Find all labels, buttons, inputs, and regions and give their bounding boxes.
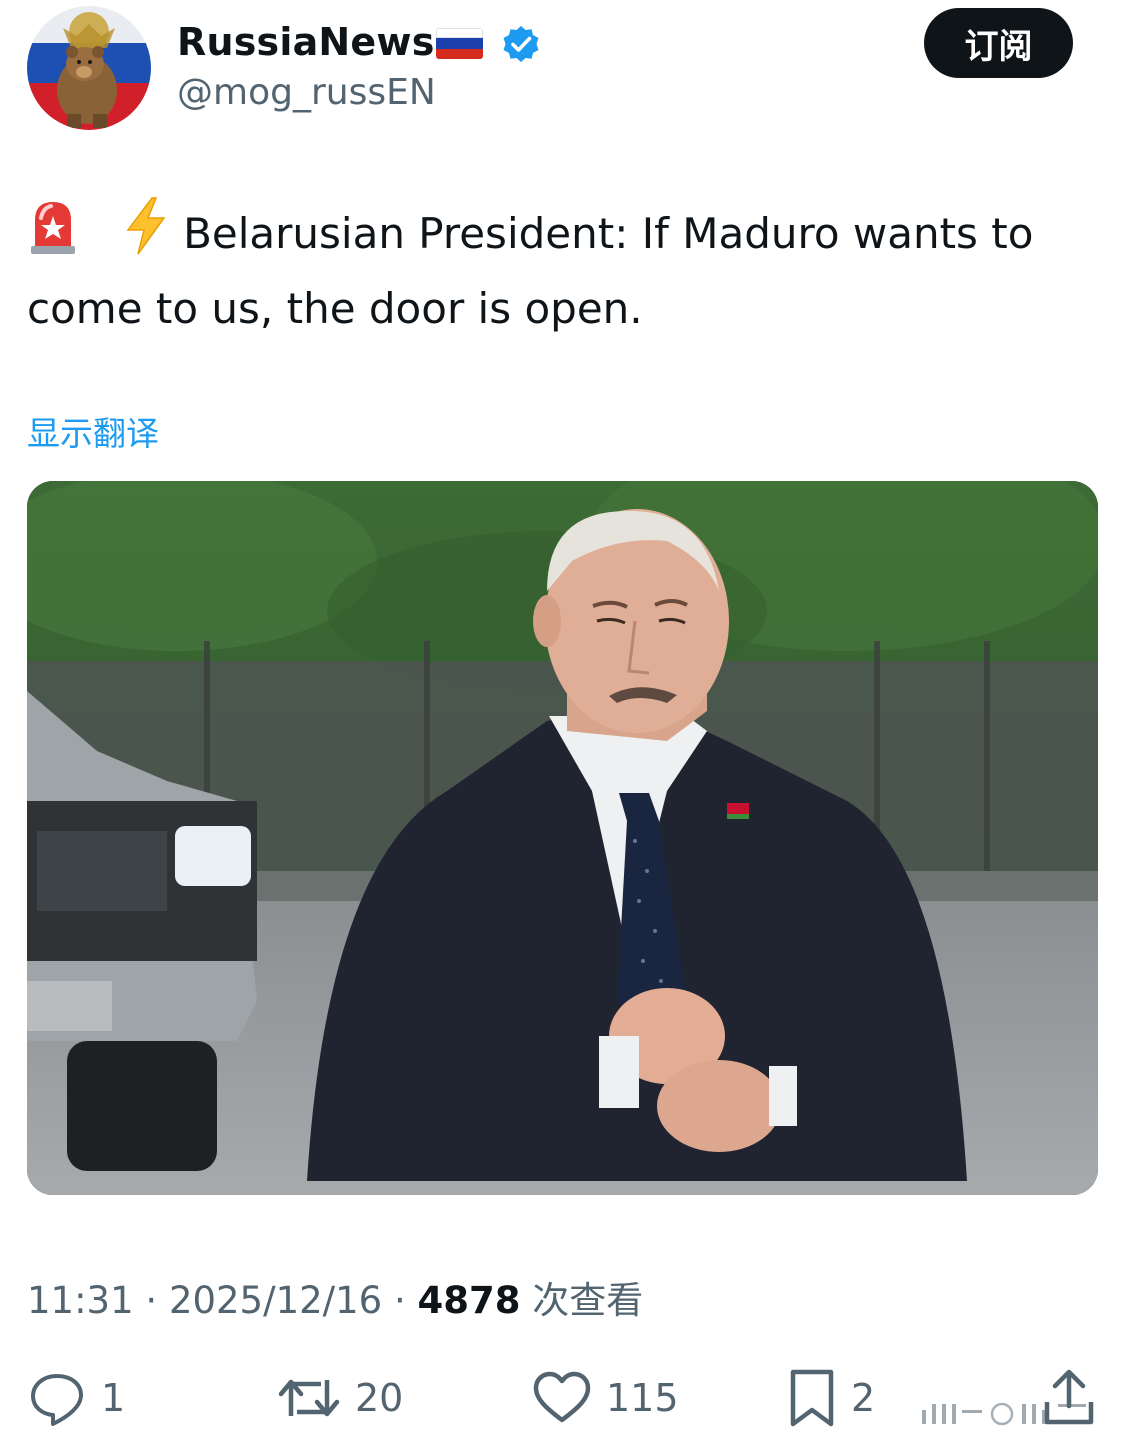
reply-button[interactable]: 1 — [27, 1366, 125, 1430]
bookmark-icon — [790, 1369, 834, 1427]
show-translation-link[interactable]: 显示翻译 — [27, 407, 159, 455]
bookmark-count: 2 — [851, 1376, 876, 1420]
tweet-date[interactable]: 2025/12/16 — [169, 1279, 382, 1322]
bear-emblem-icon — [57, 12, 117, 128]
retweet-icon — [278, 1379, 340, 1417]
tweet-header: RussiaNews @mog_russEN 订阅 — [27, 6, 1098, 130]
watermark-logo — [922, 1402, 1086, 1426]
tweet-meta: 11:31 · 2025/12/16 · 4878 次查看 — [27, 1270, 643, 1324]
meta-separator: · — [145, 1279, 158, 1322]
like-count: 115 — [606, 1376, 679, 1420]
views-label: 次查看 — [532, 1279, 644, 1322]
reply-icon — [31, 1374, 83, 1426]
photo-illustration — [27, 481, 1098, 1195]
handle[interactable]: @mog_russEN — [177, 72, 436, 113]
lightning-icon — [126, 197, 166, 255]
siren-icon — [31, 202, 75, 254]
russia-flag-icon — [436, 28, 483, 59]
verified-badge-icon — [503, 26, 539, 62]
tweet-time[interactable]: 11:31 — [27, 1279, 134, 1322]
tweet-body: Belarusian President: If Maduro wants to… — [27, 209, 1034, 333]
subscribe-button[interactable]: 订阅 — [924, 8, 1073, 78]
avatar[interactable] — [27, 6, 151, 130]
bookmark-button[interactable]: 2 — [787, 1366, 875, 1430]
retweet-button[interactable]: 20 — [277, 1366, 403, 1430]
reply-count: 1 — [101, 1376, 126, 1420]
meta-separator: · — [393, 1279, 406, 1322]
siren-emoji — [27, 196, 79, 275]
like-button[interactable]: 115 — [532, 1366, 679, 1430]
display-name[interactable]: RussiaNews — [177, 20, 435, 64]
lightning-emoji — [122, 196, 170, 275]
tweet-photo[interactable] — [27, 481, 1098, 1195]
tweet-text: Belarusian President: If Maduro wants to… — [27, 196, 1087, 342]
retweet-count: 20 — [355, 1376, 404, 1420]
heart-icon — [533, 1371, 591, 1423]
views-count: 4878 — [417, 1279, 521, 1322]
